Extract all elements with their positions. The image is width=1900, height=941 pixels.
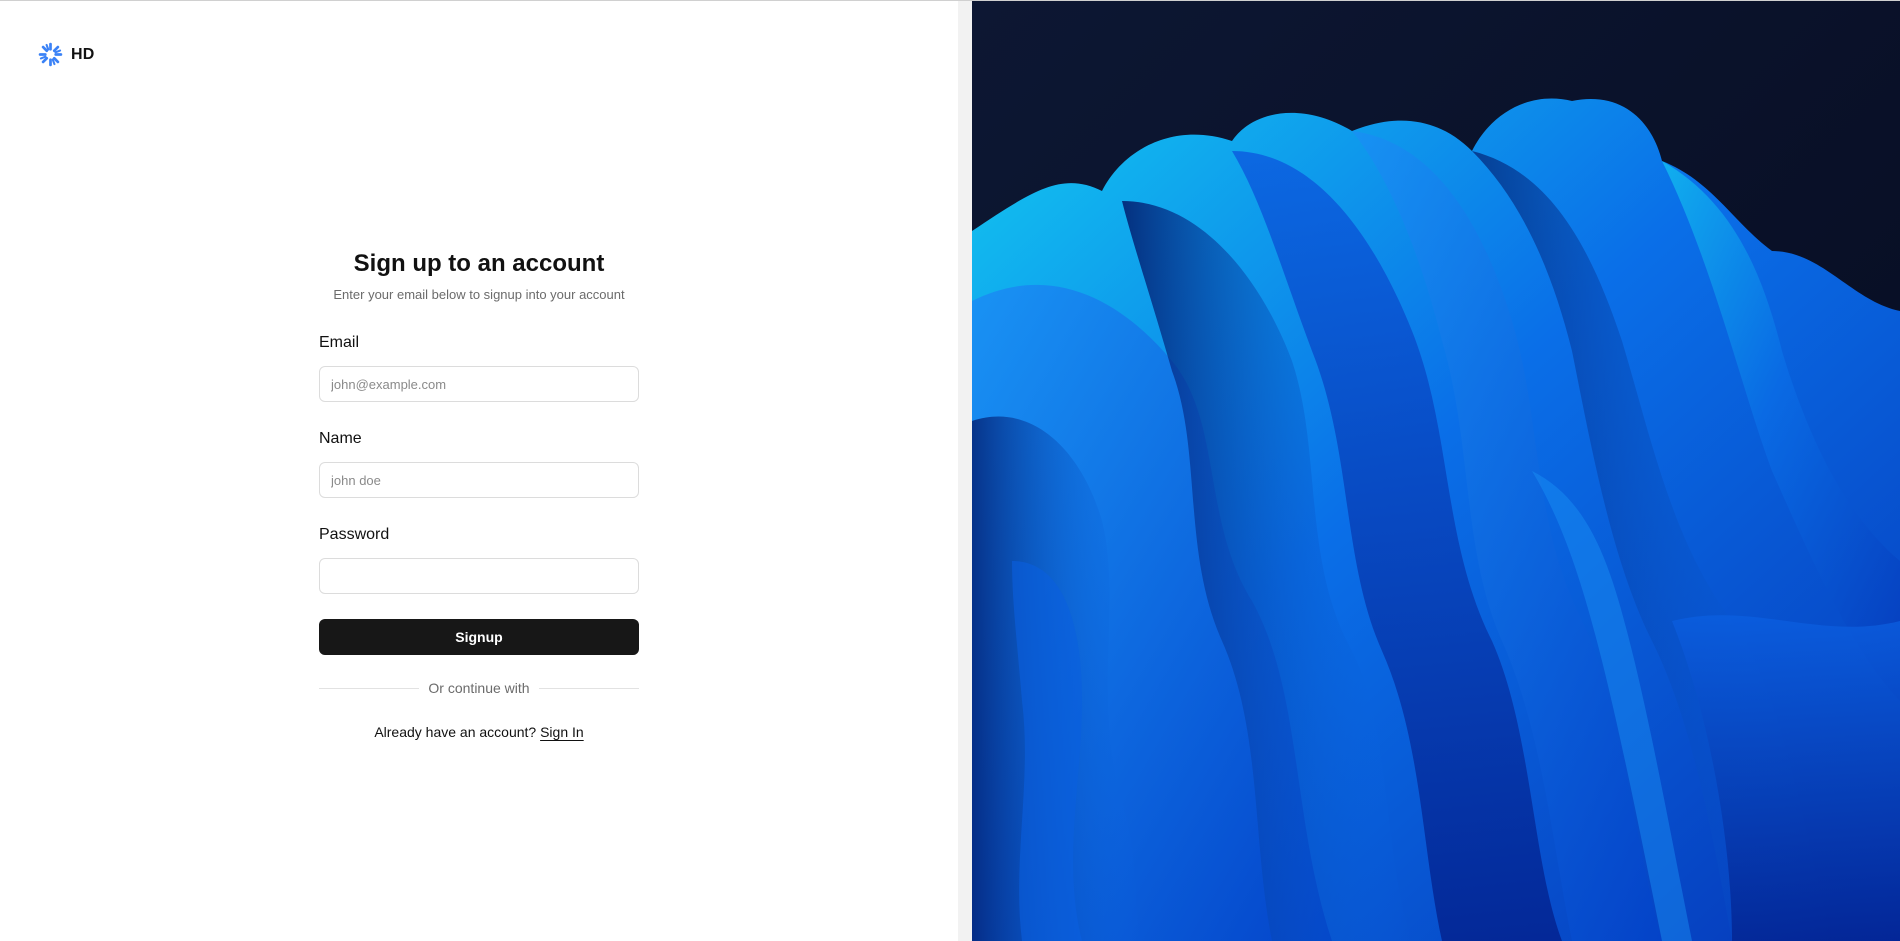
divider-text: Or continue with bbox=[428, 680, 530, 696]
signin-link[interactable]: Sign In bbox=[540, 724, 584, 740]
signup-button[interactable]: Signup bbox=[319, 619, 639, 655]
password-label: Password bbox=[319, 526, 390, 543]
signup-page: HD Sign up to an account Enter your emai… bbox=[0, 0, 1900, 941]
password-field-group: Password bbox=[319, 524, 639, 594]
signin-prompt-row: Already have an account? Sign In bbox=[319, 722, 639, 742]
signup-panel: HD Sign up to an account Enter your emai… bbox=[0, 1, 958, 941]
email-input[interactable] bbox=[319, 366, 639, 402]
name-field-group: Name bbox=[319, 428, 639, 498]
password-input[interactable] bbox=[319, 558, 639, 594]
signup-form: Sign up to an account Enter your email b… bbox=[319, 246, 640, 740]
signin-prompt: Already have an account? bbox=[374, 724, 537, 740]
email-field-group: Email bbox=[319, 332, 639, 402]
or-divider: Or continue with bbox=[319, 678, 640, 698]
divider-line-right bbox=[538, 687, 640, 689]
spinner-burst-icon bbox=[38, 42, 63, 67]
abstract-wave-image bbox=[972, 1, 1900, 941]
email-label: Email bbox=[319, 334, 360, 351]
name-input[interactable] bbox=[319, 462, 639, 498]
brand-name: HD bbox=[71, 45, 95, 63]
page-subtitle: Enter your email below to signup into yo… bbox=[333, 287, 625, 302]
divider-line-left bbox=[319, 687, 420, 689]
brand-logo[interactable]: HD bbox=[38, 42, 95, 67]
name-label: Name bbox=[319, 430, 362, 447]
page-title: Sign up to an account bbox=[353, 250, 605, 277]
panel-divider bbox=[958, 1, 972, 941]
hero-panel bbox=[972, 1, 1900, 941]
